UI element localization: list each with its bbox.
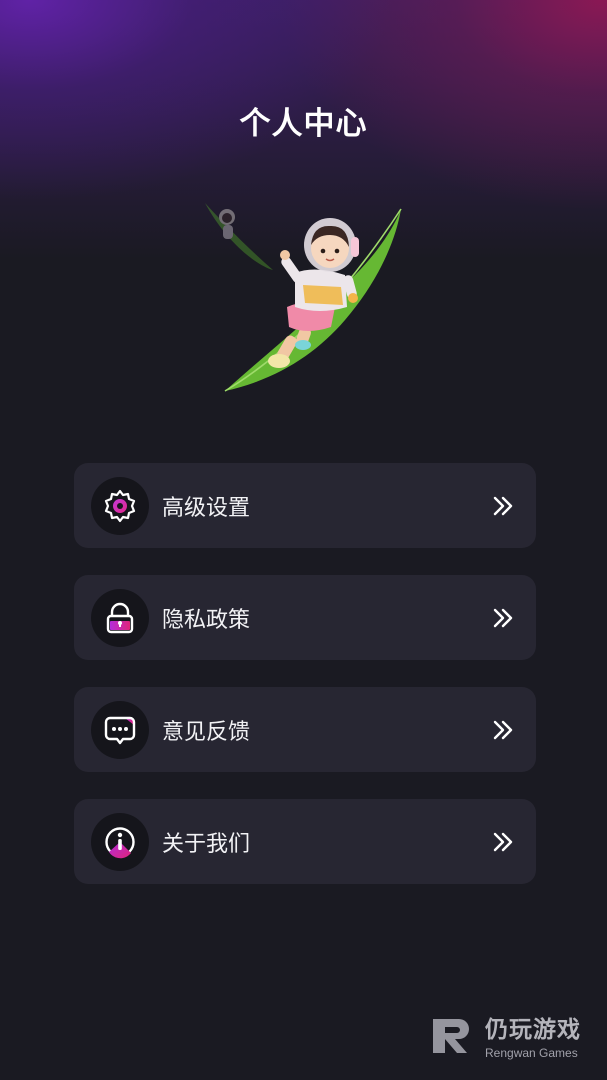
watermark-logo-icon bbox=[433, 1019, 469, 1053]
menu-item-label: 高级设置 bbox=[162, 494, 251, 520]
double-chevron-right-icon bbox=[493, 608, 513, 627]
menu-item-label: 意见反馈 bbox=[162, 718, 251, 744]
lock-icon bbox=[91, 588, 149, 647]
menu-item-label: 关于我们 bbox=[162, 830, 251, 856]
chat-bubble-icon bbox=[91, 700, 149, 759]
menu-item-feedback[interactable]: 意见反馈 bbox=[74, 687, 536, 772]
menu-item-label: 隐私政策 bbox=[162, 606, 251, 632]
hero-illustration bbox=[205, 203, 402, 392]
info-icon bbox=[91, 812, 149, 871]
watermark: 仍玩游戏 Rengwan Games bbox=[429, 1010, 581, 1060]
double-chevron-right-icon bbox=[493, 832, 513, 851]
menu-item-privacy-policy[interactable]: 隐私政策 bbox=[74, 575, 536, 660]
settings-menu: 高级设置 隐私政策 意见反馈 关于我们 bbox=[74, 463, 536, 911]
menu-item-about-us[interactable]: 关于我们 bbox=[74, 799, 536, 884]
watermark-name: 仍玩游戏 bbox=[485, 1016, 581, 1042]
double-chevron-right-icon bbox=[493, 496, 513, 515]
small-leaf-illustration bbox=[205, 203, 273, 270]
menu-item-advanced-settings[interactable]: 高级设置 bbox=[74, 463, 536, 548]
gear-icon bbox=[91, 476, 149, 535]
watermark-subtitle: Rengwan Games bbox=[485, 1046, 578, 1060]
double-chevron-right-icon bbox=[493, 720, 513, 739]
page-title: 个人中心 bbox=[239, 106, 368, 141]
